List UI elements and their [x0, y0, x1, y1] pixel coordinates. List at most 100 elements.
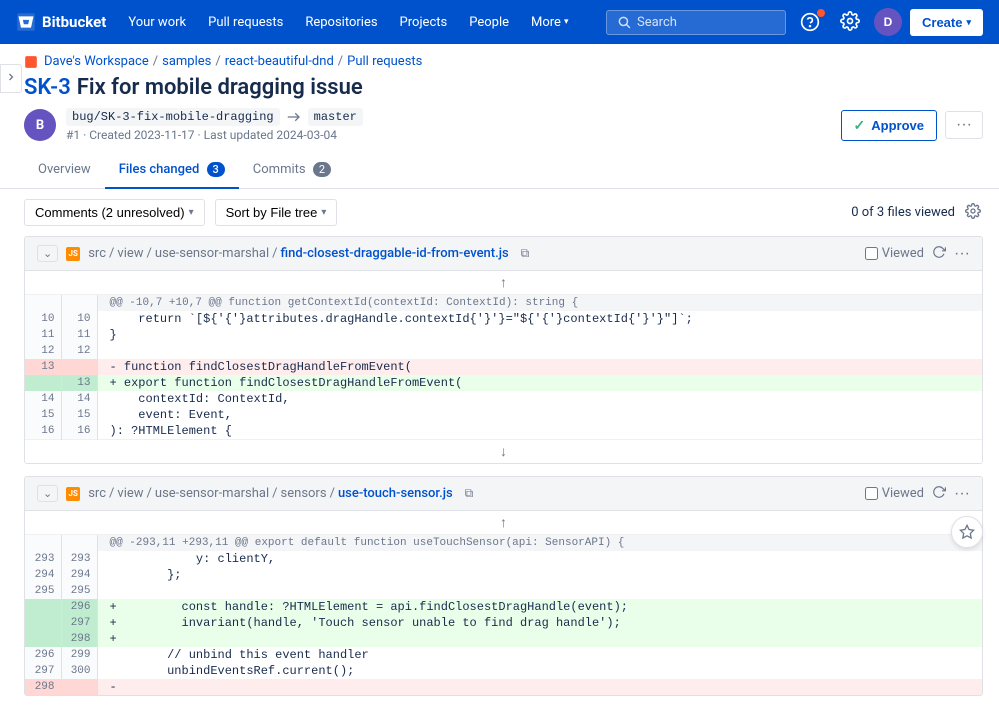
diff-line-2-1: 293 293 y: clientY, — [25, 551, 982, 567]
tab-commits[interactable]: Commits 2 — [239, 152, 345, 189]
create-button[interactable]: Create ▾ — [910, 9, 983, 36]
view-settings-icon — [965, 203, 981, 219]
workspace-icon — [24, 55, 38, 69]
expand-up-row-2: ↑ — [25, 511, 982, 535]
top-nav: Bitbucket Your work Pull requests Reposi… — [0, 0, 999, 44]
target-branch-pill[interactable]: master — [308, 108, 363, 126]
pr-title-text: Fix for mobile dragging issue — [77, 75, 363, 100]
topnav-right: Search D Create ▾ — [606, 7, 983, 38]
expand-up-row: ↑ — [25, 271, 982, 295]
search-box[interactable]: Search — [606, 10, 786, 35]
pr-meta: B bug/SK-3-fix-mobile-dragging master #1… — [24, 108, 983, 142]
file-1-more-button[interactable]: ··· — [954, 245, 970, 263]
pr-actions: ✓ Approve ··· — [841, 110, 983, 141]
expand-up-button-2[interactable]: ↑ — [492, 514, 515, 530]
sort-button[interactable]: Sort by File tree ▾ — [215, 199, 338, 226]
diff-line: 12 12 — [25, 343, 982, 359]
file-2-viewed-label[interactable]: Viewed — [865, 486, 924, 501]
file-1-viewed-checkbox[interactable] — [865, 247, 878, 260]
comments-button[interactable]: Comments (2 unresolved) ▾ — [24, 199, 205, 226]
sidebar-toggle-icon — [5, 71, 17, 83]
create-dropdown-icon: ▾ — [966, 17, 971, 28]
nav-repositories[interactable]: Repositories — [295, 9, 387, 36]
diff-line: 16 16 ): ?HTMLElement { — [25, 423, 982, 440]
expand-down-button[interactable]: ↓ — [492, 443, 515, 459]
nav-people[interactable]: People — [459, 9, 519, 36]
source-branch-pill[interactable]: bug/SK-3-fix-mobile-dragging — [66, 108, 280, 126]
tab-files-changed[interactable]: Files changed 3 — [105, 152, 239, 189]
diff-line-2-added-2: 297 + invariant(handle, 'Touch sensor un… — [25, 615, 982, 631]
diff-table-1: ↑ @@ -10,7 +10,7 @@ function getContextI… — [25, 271, 982, 463]
view-settings-button[interactable] — [963, 201, 983, 224]
pr-title: SK-3 Fix for mobile dragging issue — [24, 75, 983, 100]
tab-overview[interactable]: Overview — [24, 152, 105, 189]
file-1-expand-button[interactable]: ⌄ — [37, 245, 58, 262]
approve-check-icon: ✓ — [854, 117, 866, 134]
settings-button[interactable] — [834, 7, 866, 38]
expand-up-button[interactable]: ↑ — [492, 274, 515, 290]
breadcrumb: Dave's Workspace / samples / react-beaut… — [0, 44, 999, 69]
star-icon — [959, 524, 975, 540]
file-2-copy-button[interactable]: ⧉ — [461, 484, 478, 503]
breadcrumb-samples[interactable]: samples — [162, 54, 211, 69]
diff-file-2-header: ⌄ JS src / view / use-sensor-marshal / s… — [25, 477, 982, 511]
nav-projects[interactable]: Projects — [390, 9, 458, 36]
search-icon — [617, 15, 631, 29]
file-2-refresh-button[interactable] — [932, 485, 946, 502]
diff-line-added: 13 + export function findClosestDragHand… — [25, 375, 982, 391]
nav-pull-requests[interactable]: Pull requests — [198, 9, 293, 36]
diff-line-2-3: 295 295 — [25, 583, 982, 599]
bitbucket-logo[interactable]: Bitbucket — [16, 12, 106, 32]
file-1-refresh-button[interactable] — [932, 245, 946, 262]
breadcrumb-repo[interactable]: react-beautiful-dnd — [225, 54, 334, 69]
file-1-copy-button[interactable]: ⧉ — [517, 244, 534, 263]
sort-dropdown-icon: ▾ — [321, 207, 326, 218]
file-1-icon: JS — [66, 247, 80, 261]
file-2-more-button[interactable]: ··· — [954, 485, 970, 503]
breadcrumb-workspace[interactable]: Dave's Workspace — [44, 54, 149, 69]
approve-button[interactable]: ✓ Approve — [841, 110, 937, 141]
avatar-button[interactable]: D — [874, 8, 902, 36]
file-2-path: src / view / use-sensor-marshal / sensor… — [88, 486, 452, 501]
pr-branch-info: bug/SK-3-fix-mobile-dragging master #1 ·… — [66, 108, 363, 142]
file-2-viewed-checkbox[interactable] — [865, 487, 878, 500]
hunk-header-1: @@ -10,7 +10,7 @@ function getContextId(… — [25, 295, 982, 312]
diff-file-2: ⌄ JS src / view / use-sensor-marshal / s… — [24, 476, 983, 696]
file-toolbar: Comments (2 unresolved) ▾ Sort by File t… — [0, 189, 999, 236]
branch-arrow-icon — [286, 112, 302, 122]
star-button[interactable] — [951, 516, 983, 548]
diff-container: ⌄ JS src / view / use-sensor-marshal / f… — [0, 236, 999, 724]
diff-line-2-4: 296 299 // unbind this event handler — [25, 647, 982, 663]
file-1-path-src: src — [88, 246, 106, 261]
file-2-expand-button[interactable]: ⌄ — [37, 485, 58, 502]
pr-id: SK-3 — [24, 75, 71, 100]
diff-line-2-5: 297 300 unbindEventsRef.current(); — [25, 663, 982, 679]
help-badge — [817, 9, 825, 17]
file-1-viewed-label[interactable]: Viewed — [865, 246, 924, 261]
nav-more[interactable]: More▾ — [521, 9, 578, 36]
diff-line: 14 14 contextId: ContextId, — [25, 391, 982, 407]
file-1-name: find-closest-draggable-id-from-event.js — [281, 246, 509, 261]
breadcrumb-prs[interactable]: Pull requests — [347, 54, 422, 69]
pr-dates: #1 · Created 2023-11-17 · Last updated 2… — [66, 128, 363, 142]
diff-line: 11 11 } — [25, 327, 982, 343]
diff-line-2-added-3: 298 + — [25, 631, 982, 647]
pr-header: SK-3 Fix for mobile dragging issue B bug… — [0, 69, 999, 152]
breadcrumb-sep-1: / — [153, 54, 158, 69]
breadcrumb-sep-3: / — [338, 54, 343, 69]
author-avatar: B — [24, 109, 56, 141]
hunk-header-2: @@ -293,11 +293,11 @@ export default fun… — [25, 535, 982, 552]
help-button[interactable] — [794, 8, 826, 36]
diff-line: 15 15 event: Event, — [25, 407, 982, 423]
file-2-actions: Viewed ··· — [865, 485, 970, 503]
gear-icon — [840, 11, 860, 31]
nav-your-work[interactable]: Your work — [118, 9, 196, 36]
logo-text: Bitbucket — [42, 13, 106, 31]
diff-line-2-added-1: 296 + const handle: ?HTMLElement = api.f… — [25, 599, 982, 615]
diff-file-1-header: ⌄ JS src / view / use-sensor-marshal / f… — [25, 237, 982, 271]
breadcrumb-sep-2: / — [215, 54, 220, 69]
sidebar-toggle[interactable] — [0, 64, 22, 93]
file-1-path-view: view — [117, 246, 143, 261]
pr-more-button[interactable]: ··· — [945, 111, 983, 139]
file-1-path: src / view / use-sensor-marshal / find-c… — [88, 246, 508, 261]
